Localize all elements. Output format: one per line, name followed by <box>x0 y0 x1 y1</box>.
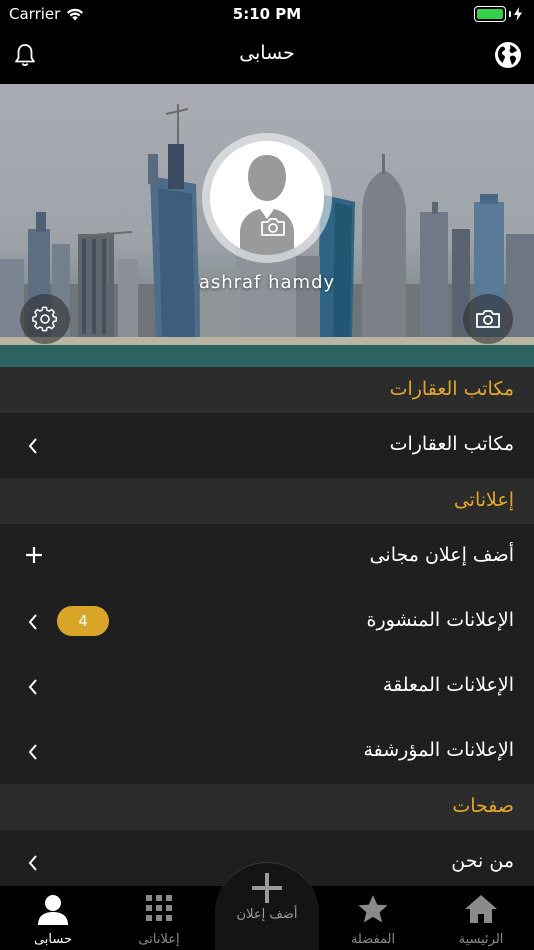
battery-fill <box>477 9 503 19</box>
camera-icon[interactable] <box>260 217 286 237</box>
charging-bolt-icon <box>514 7 522 21</box>
plus-icon <box>252 873 282 903</box>
battery-icon <box>474 6 506 22</box>
tab-label: الرئيسية <box>458 932 504 947</box>
menu-row-label: من نحن <box>451 850 514 872</box>
chevron-left-icon <box>28 614 37 630</box>
user-name: ashraf hamdy <box>198 272 336 293</box>
change-cover-button[interactable] <box>463 294 513 344</box>
menu-row-label: الإعلانات المنشورة <box>366 609 514 631</box>
settings-button[interactable] <box>20 294 70 344</box>
section-header-pages: صفحات <box>0 784 534 830</box>
section-title: إعلاناتى <box>453 489 514 511</box>
section-title: مكاتب العقارات <box>389 378 514 400</box>
chevron-left-icon <box>28 855 37 871</box>
account-menu: مكاتب العقارات مكاتب العقارات إعلاناتى أ… <box>0 367 534 895</box>
camera-icon <box>476 310 500 328</box>
section-header-my-ads: إعلاناتى <box>0 478 534 524</box>
tab-label: المفضلة <box>350 932 396 947</box>
menu-row-label: أضف إعلان مجانى <box>369 544 514 566</box>
battery-indicator <box>474 6 522 22</box>
section-title: صفحات <box>452 795 514 817</box>
navigation-bar: حسابى <box>0 30 534 84</box>
tab-my-ads[interactable]: إعلاناتى <box>106 886 212 950</box>
page-title: حسابى <box>239 42 295 64</box>
tab-home[interactable]: الرئيسية <box>428 886 534 950</box>
tab-label: إعلاناتى <box>138 932 180 947</box>
menu-row-pending-ads[interactable]: الإعلانات المعلقة <box>0 654 534 719</box>
plus-icon <box>26 547 42 563</box>
status-bar: Carrier 5:10 PM <box>0 0 534 30</box>
menu-row-label: الإعلانات المعلقة <box>382 674 514 696</box>
chevron-left-icon <box>28 744 37 760</box>
grid-icon <box>146 895 172 921</box>
add-ad-button[interactable]: أضف إعلان <box>215 862 319 950</box>
person-icon <box>38 895 68 925</box>
profile-cover: ashraf hamdy <box>0 84 534 367</box>
chevron-left-icon <box>28 679 37 695</box>
avatar <box>210 141 324 255</box>
language-button[interactable] <box>494 41 522 73</box>
chevron-left-icon <box>28 438 37 454</box>
home-icon <box>465 895 497 923</box>
menu-row-label: مكاتب العقارات <box>389 433 514 455</box>
avatar-frame[interactable] <box>202 133 332 263</box>
menu-row-add-free-ad[interactable]: أضف إعلان مجانى <box>0 524 534 589</box>
tab-label: حسابى <box>33 932 73 947</box>
star-icon <box>358 895 388 923</box>
tab-favorites[interactable]: المفضلة <box>320 886 426 950</box>
add-ad-label: أضف إعلان <box>236 907 298 922</box>
gear-icon <box>32 306 57 332</box>
menu-row-label: الإعلانات المؤرشفة <box>363 739 514 761</box>
section-header-offices: مكاتب العقارات <box>0 367 534 413</box>
menu-row-published-ads[interactable]: الإعلانات المنشورة 4 <box>0 589 534 654</box>
published-count-badge: 4 <box>57 606 109 636</box>
menu-row-archived-ads[interactable]: الإعلانات المؤرشفة <box>0 719 534 784</box>
globe-icon <box>495 42 521 68</box>
menu-row-offices[interactable]: مكاتب العقارات <box>0 413 534 478</box>
status-time: 5:10 PM <box>232 5 302 23</box>
user-silhouette-icon <box>210 141 324 255</box>
tab-account[interactable]: حسابى <box>0 886 106 950</box>
